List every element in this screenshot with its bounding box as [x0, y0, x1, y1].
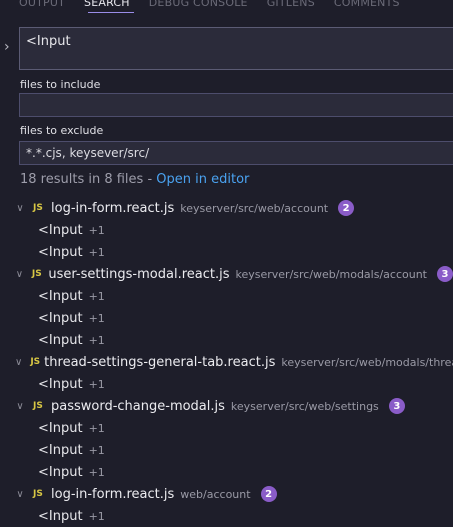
result-file-path: keyserver/src/web/modals/threads	[281, 355, 453, 369]
match-extra: +1	[88, 289, 105, 303]
match-count-badge: 2	[260, 486, 277, 502]
include-label: files to include	[20, 78, 101, 91]
exclude-input[interactable]: *.*.cjs, keysever/src/	[19, 141, 453, 165]
match-text: <Input	[38, 508, 83, 524]
match-row[interactable]: <Input +1	[0, 241, 453, 263]
match-extra: +1	[88, 245, 105, 259]
js-file-icon: JS	[30, 357, 41, 367]
results-summary: 18 results in 8 files - Open in editor	[20, 172, 249, 187]
active-tab-indicator	[88, 12, 134, 13]
result-file-path: keyserver/src/web/account	[180, 201, 329, 215]
tab-output[interactable]: OUTPUT	[19, 0, 65, 8]
match-extra: +1	[88, 311, 105, 325]
js-file-icon: JS	[33, 401, 43, 411]
js-file-icon: JS	[33, 489, 43, 499]
result-file-path: keyserver/src/web/settings	[230, 399, 379, 413]
result-file-row[interactable]: ∨ JS thread-settings-general-tab.react.js k…	[0, 351, 453, 373]
exclude-label: files to exclude	[20, 124, 104, 137]
result-file-name: thread-settings-general-tab.react.js	[44, 354, 276, 370]
open-in-editor-link[interactable]: Open in editor	[156, 172, 249, 187]
result-file-row[interactable]: ∨ JS log-in-form.react.js keyserver/src/web…	[0, 197, 453, 219]
match-text: <Input	[38, 244, 83, 260]
match-count-badge: 3	[437, 266, 453, 282]
match-count-badge: 3	[388, 398, 405, 414]
match-row[interactable]: <Input +1	[0, 417, 453, 439]
results-summary-text: 18 results in 8 files -	[20, 172, 157, 187]
match-text: <Input	[38, 222, 83, 238]
result-file-name: password-change-modal.js	[51, 398, 225, 414]
chevron-down-icon[interactable]: ∨	[15, 357, 22, 368]
match-extra: +1	[88, 223, 105, 237]
result-file-name: user-settings-modal.react.js	[48, 266, 230, 282]
tab-search[interactable]: SEARCH	[84, 0, 130, 8]
match-extra: +1	[88, 421, 105, 435]
result-file-row[interactable]: ∨ JS user-settings-modal.react.js keyserver…	[0, 263, 453, 285]
tab-debug-console[interactable]: DEBUG CONSOLE	[149, 0, 248, 8]
result-file-path: web/account	[180, 487, 251, 501]
match-extra: +1	[88, 443, 105, 457]
result-file-name: log-in-form.react.js	[51, 486, 175, 502]
tab-gitlens[interactable]: GITLENS	[267, 0, 315, 8]
match-row[interactable]: <Input +1	[0, 285, 453, 307]
chevron-down-icon[interactable]: ∨	[15, 489, 25, 500]
match-extra: +1	[88, 333, 105, 347]
chevron-down-icon[interactable]: ∨	[15, 269, 24, 280]
chevron-right-icon[interactable]: ›	[4, 40, 18, 54]
match-row[interactable]: <Input +1	[0, 461, 453, 483]
match-text: <Input	[38, 442, 83, 458]
match-extra: +1	[88, 377, 105, 391]
match-extra: +1	[88, 509, 105, 523]
match-text: <Input	[38, 310, 83, 326]
result-file-path: keyserver/src/web/modals/account	[235, 267, 428, 281]
tab-comments[interactable]: COMMENTS	[334, 0, 400, 8]
search-input[interactable]: <Input	[19, 27, 453, 70]
match-row[interactable]: <Input +1	[0, 505, 453, 527]
match-text: <Input	[38, 376, 83, 392]
result-file-row[interactable]: ∨ JS log-in-form.react.js web/account 2	[0, 483, 453, 505]
match-count-badge: 2	[338, 200, 355, 216]
match-text: <Input	[38, 464, 83, 480]
match-row[interactable]: <Input +1	[0, 219, 453, 241]
match-text: <Input	[38, 288, 83, 304]
match-text: <Input	[38, 332, 83, 348]
match-row[interactable]: <Input +1	[0, 307, 453, 329]
match-text: <Input	[38, 420, 83, 436]
chevron-down-icon[interactable]: ∨	[15, 401, 25, 412]
chevron-down-icon[interactable]: ∨	[15, 203, 25, 214]
panel-tabs: OUTPUT SEARCH DEBUG CONSOLE GITLENS COMM…	[0, 0, 453, 14]
match-extra: +1	[88, 465, 105, 479]
include-input[interactable]	[19, 93, 453, 117]
search-input-value: <Input	[26, 34, 71, 49]
match-row[interactable]: <Input +1	[0, 439, 453, 461]
result-file-name: log-in-form.react.js	[51, 200, 175, 216]
result-file-row[interactable]: ∨ JS password-change-modal.js keyserver/src…	[0, 395, 453, 417]
match-row[interactable]: <Input +1	[0, 329, 453, 351]
match-row[interactable]: <Input +1	[0, 373, 453, 395]
exclude-input-value: *.*.cjs, keysever/src/	[26, 146, 150, 160]
js-file-icon: JS	[31, 269, 42, 279]
js-file-icon: JS	[33, 203, 43, 213]
